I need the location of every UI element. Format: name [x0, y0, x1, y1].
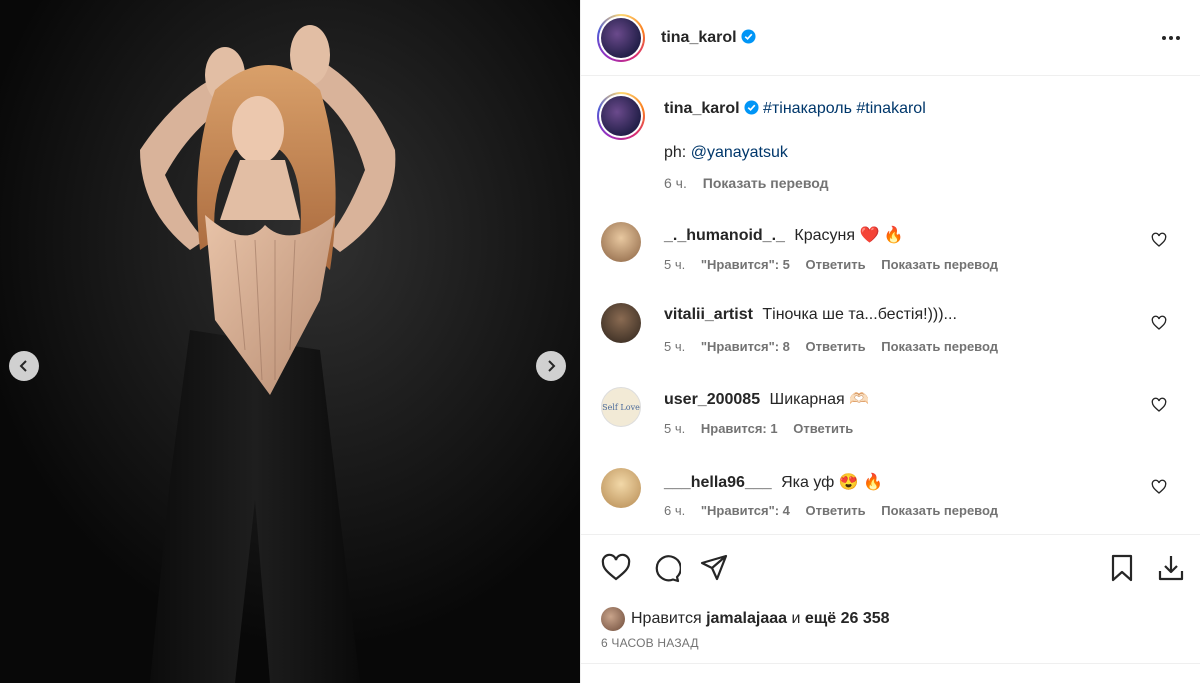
- photo-figure: [0, 0, 580, 683]
- post-header: tina_karol: [581, 0, 1200, 76]
- post-details-panel: tina_karol tina_karol #тінакароль #tinak…: [580, 0, 1200, 683]
- comment-avatar[interactable]: [601, 222, 641, 262]
- comment-emoji: 😍 🔥: [838, 474, 884, 491]
- caption-credit: ph: @yanayatsuk: [664, 144, 788, 162]
- comment-username[interactable]: _._humanoid_._: [664, 227, 785, 244]
- comment-time: 6 ч.: [664, 503, 686, 518]
- likes-middle: и: [791, 610, 801, 627]
- next-photo-button[interactable]: [536, 351, 566, 381]
- comment-time: 5 ч.: [664, 257, 686, 272]
- comment-avatar[interactable]: [601, 468, 641, 508]
- comment-like-heart-icon[interactable]: [1151, 232, 1167, 248]
- comment-likes[interactable]: "Нравится": 5: [701, 257, 790, 272]
- comment-meta: 5 ч. "Нравится": 8 Ответить Показать пер…: [664, 339, 1010, 354]
- likes-summary: Нравится jamalajaaa и ещё 26 358: [601, 607, 890, 631]
- likes-prefix: Нравится: [631, 610, 702, 627]
- comment-body: ___hella96___ Яка уф 😍 🔥: [664, 472, 883, 492]
- comment-like-heart-icon[interactable]: [1151, 397, 1167, 413]
- comment-like-heart-icon[interactable]: [1151, 315, 1167, 331]
- comment-icon[interactable]: [651, 553, 681, 583]
- post-photo: [0, 0, 580, 683]
- likes-count-button[interactable]: ещё 26 358: [805, 610, 890, 628]
- caption-author-avatar[interactable]: [597, 92, 645, 140]
- comment-meta: 5 ч. Нравится: 1 Ответить: [664, 421, 865, 436]
- more-icon[interactable]: [1159, 28, 1183, 48]
- caption-hashtags[interactable]: #тінакароль #tinakarol: [763, 100, 926, 117]
- heart-icon[interactable]: [601, 553, 631, 583]
- comment-translate-button[interactable]: Показать перевод: [881, 257, 998, 272]
- caption-meta: 6 ч. Показать перевод: [664, 175, 841, 191]
- comment-likes[interactable]: "Нравится": 4: [701, 503, 790, 518]
- comment-emoji: 🫶🏻: [849, 391, 870, 408]
- comment-time: 5 ч.: [664, 339, 686, 354]
- comment-translate-button[interactable]: Показать перевод: [881, 503, 998, 518]
- caption-translate-button[interactable]: Показать перевод: [703, 175, 829, 191]
- author-username-text[interactable]: tina_karol: [661, 29, 737, 46]
- comment-text: Тіночка ше та...бестія!)))...: [762, 306, 957, 323]
- liker-username[interactable]: jamalajaaa: [706, 610, 787, 628]
- comment-text: Шикарная: [769, 391, 845, 408]
- comment-body: user_200085 Шикарная 🫶🏻: [664, 389, 869, 409]
- liker-avatar[interactable]: [601, 607, 625, 631]
- avatar-text: Self Love: [602, 402, 640, 412]
- comment-meta: 5 ч. "Нравится": 5 Ответить Показать пер…: [664, 257, 1010, 272]
- share-icon[interactable]: [699, 553, 729, 583]
- chevron-left-icon: [19, 360, 27, 372]
- comment-username[interactable]: ___hella96___: [664, 474, 772, 491]
- caption-credit-prefix: ph:: [664, 144, 687, 161]
- comment-avatar[interactable]: [601, 303, 641, 343]
- comment-username[interactable]: user_200085: [664, 391, 760, 408]
- author-avatar[interactable]: [597, 14, 645, 62]
- chevron-right-icon: [548, 360, 556, 372]
- author-username[interactable]: tina_karol: [661, 29, 756, 47]
- download-icon[interactable]: [1156, 553, 1186, 583]
- post-viewer: tina_karol tina_karol #тінакароль #tinak…: [0, 0, 1200, 683]
- post-actions: Нравится jamalajaaa и ещё 26 358 6 ЧАСОВ…: [581, 534, 1200, 683]
- comment-emoji: ❤️ 🔥: [859, 227, 904, 244]
- comment-likes[interactable]: Нравится: 1: [701, 421, 778, 436]
- comment-text: Красуня: [794, 227, 855, 244]
- post-timestamp[interactable]: 6 ЧАСОВ НАЗАД: [601, 636, 699, 650]
- caption-time: 6 ч.: [664, 175, 687, 191]
- comment-text: Яка уф: [781, 474, 835, 491]
- comment-translate-button[interactable]: Показать перевод: [881, 339, 998, 354]
- post-caption: tina_karol #тінакароль #tinakarol: [664, 99, 1184, 119]
- comment-likes[interactable]: "Нравится": 8: [701, 339, 790, 354]
- bookmark-icon[interactable]: [1107, 553, 1137, 583]
- comment-reply-button[interactable]: Ответить: [806, 257, 866, 272]
- divider: [581, 663, 1200, 664]
- previous-photo-button[interactable]: [9, 351, 39, 381]
- comment-avatar[interactable]: Self Love: [601, 387, 641, 427]
- comment-username[interactable]: vitalii_artist: [664, 306, 753, 323]
- comment-reply-button[interactable]: Ответить: [806, 503, 866, 518]
- comment-reply-button[interactable]: Ответить: [793, 421, 853, 436]
- comment-reply-button[interactable]: Ответить: [806, 339, 866, 354]
- verified-icon: [741, 29, 756, 44]
- comment-like-heart-icon[interactable]: [1151, 479, 1167, 495]
- comment-body: vitalii_artist Тіночка ше та...бестія!))…: [664, 306, 957, 324]
- caption-mention[interactable]: @yanayatsuk: [691, 144, 788, 161]
- caption-username[interactable]: tina_karol: [664, 100, 740, 117]
- verified-icon: [744, 100, 759, 115]
- comment-time: 5 ч.: [664, 421, 686, 436]
- comment-meta: 6 ч. "Нравится": 4 Ответить Показать пер…: [664, 503, 1010, 518]
- comment-body: _._humanoid_._ Красуня ❤️ 🔥: [664, 225, 904, 245]
